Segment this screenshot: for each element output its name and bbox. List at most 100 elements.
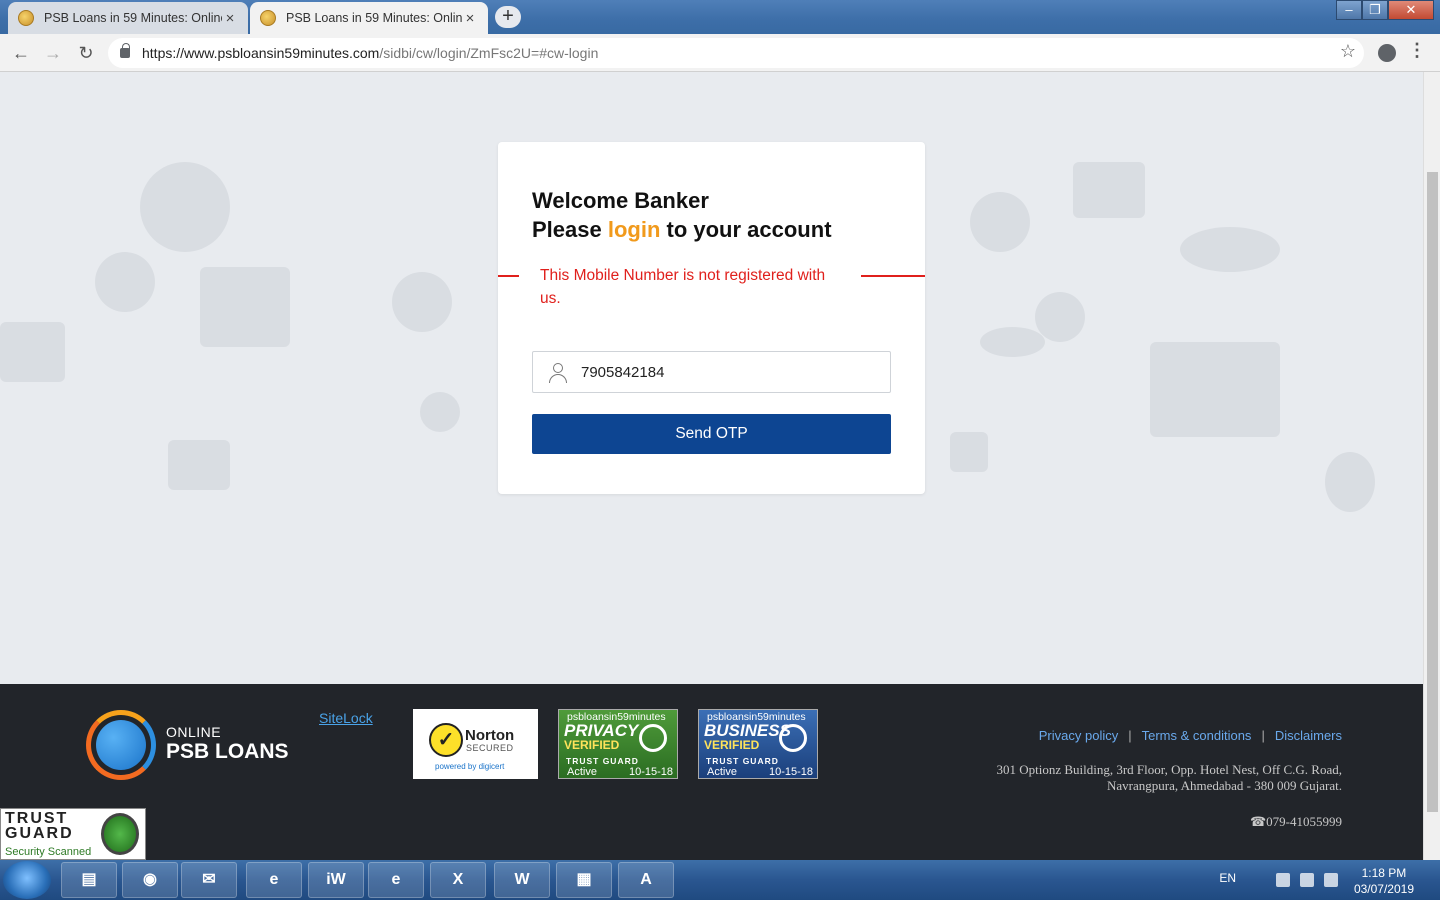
action-center-icon[interactable] — [1324, 873, 1338, 887]
business-verified-badge[interactable]: psbloansin59minutes BUSINESS VERIFIED TR… — [698, 709, 818, 779]
clock-date: 03/07/2019 — [1353, 882, 1414, 896]
internet-explorer-icon[interactable]: e — [368, 862, 424, 898]
reload-icon[interactable]: ↻ — [74, 41, 98, 65]
tab-title: PSB Loans in 59 Minutes: Online — [286, 11, 462, 25]
scrollbar-thumb[interactable] — [1427, 172, 1438, 812]
acrobat-icon[interactable]: A — [618, 862, 674, 898]
welcome-heading: Welcome Banker Please login to your acco… — [532, 186, 832, 244]
site-favicon-icon — [18, 10, 34, 26]
excel-icon[interactable]: X — [430, 862, 486, 898]
disclaimers-link[interactable]: Disclaimers — [1275, 728, 1342, 743]
outlook-icon[interactable]: ✉ — [181, 862, 237, 898]
footer: ONLINE PSB LOANS SiteLock ✓ Norton SECUR… — [0, 684, 1423, 860]
close-window-button[interactable]: ✕ — [1388, 0, 1434, 20]
network-icon[interactable] — [1276, 873, 1290, 887]
globe-check-icon — [779, 724, 807, 752]
forward-arrow-icon[interactable]: → — [41, 41, 65, 65]
error-divider-right — [861, 275, 925, 277]
close-tab-icon[interactable]: × — [222, 10, 238, 27]
page-background: Welcome Banker Please login to your acco… — [0, 72, 1423, 684]
decor-circle — [420, 392, 460, 432]
magnifier-icon — [639, 724, 667, 752]
trustguard-seal[interactable]: TRUST GUARD Security Scanned — [0, 808, 146, 860]
clock-time: 1:18 PM — [1361, 866, 1407, 880]
trustguard-text: TRUST GUARD — [5, 810, 74, 842]
terms-link[interactable]: Terms & conditions — [1142, 728, 1252, 743]
menu-dots-icon[interactable]: ⋮ — [1408, 40, 1426, 61]
url-host: https://www.psbloansin59minutes.com — [142, 45, 380, 61]
login-card: Welcome Banker Please login to your acco… — [498, 142, 925, 494]
prompt-before: Please — [532, 217, 608, 242]
logo-text-psb: PSB LOANS — [166, 740, 289, 763]
error-divider-left — [498, 275, 519, 277]
badge-verified: VERIFIED — [564, 738, 620, 752]
shield-icon — [101, 813, 139, 855]
office-address: 301 Optionz Building, 3rd Floor, Opp. Ho… — [922, 762, 1342, 794]
norton-check-icon: ✓ — [429, 723, 463, 757]
language-indicator[interactable]: EN — [1219, 871, 1236, 885]
word-icon[interactable]: W — [494, 862, 550, 898]
badge-trustguard: TRUST GUARD — [706, 756, 779, 766]
link-separator: | — [1261, 728, 1265, 743]
badge-verified: VERIFIED — [704, 738, 760, 752]
browser-toolbar: ← → ↻ https://www.psbloansin59minutes.co… — [0, 34, 1440, 72]
volume-icon[interactable] — [1300, 873, 1314, 887]
chrome-icon[interactable]: ◉ — [122, 862, 178, 898]
badge-date: 10-15-18 — [768, 766, 813, 778]
decor-cap-shape — [980, 327, 1045, 357]
welcome-title: Welcome Banker — [532, 188, 709, 213]
address-line-1: 301 Optionz Building, 3rd Floor, Opp. Ho… — [996, 762, 1342, 777]
calculator-icon[interactable]: ▦ — [556, 862, 612, 898]
login-prompt: Please login to your account — [532, 215, 832, 244]
account-icon[interactable] — [1378, 44, 1396, 62]
decor-house-shape — [1150, 342, 1280, 437]
page-scrollbar[interactable] — [1423, 72, 1440, 860]
bookmark-star-icon[interactable]: ☆ — [1340, 41, 1356, 62]
new-tab-button[interactable]: + — [495, 6, 521, 28]
decor-circle — [140, 162, 230, 252]
badge-trustguard: TRUST GUARD — [566, 756, 639, 766]
iw-app-icon[interactable]: iW — [308, 862, 364, 898]
clock[interactable]: 1:18 PM 03/07/2019 — [1354, 865, 1414, 897]
lock-icon — [120, 43, 130, 58]
close-tab-icon[interactable]: × — [462, 10, 478, 27]
tab-active[interactable]: PSB Loans in 59 Minutes: Online × — [250, 2, 488, 34]
file-explorer-icon[interactable]: ▤ — [61, 862, 117, 898]
tab-title: PSB Loans in 59 Minutes: Online — [44, 11, 222, 25]
decor-bank-shape — [392, 272, 452, 332]
system-tray: EN 1:18 PM 03/07/2019 — [1200, 860, 1440, 900]
decor-monitor-shape — [168, 440, 230, 490]
phone-number: ☎079-41055999 — [1249, 814, 1342, 829]
norton-powered: powered by digicert — [435, 762, 505, 771]
footer-links: Privacy policy | Terms & conditions | Di… — [1039, 728, 1342, 743]
privacy-policy-link[interactable]: Privacy policy — [1039, 728, 1118, 743]
mobile-number-field[interactable] — [532, 351, 891, 393]
decor-car-shape — [1180, 227, 1280, 272]
badge-date: 10-15-18 — [628, 766, 673, 778]
address-bar[interactable]: https://www.psbloansin59minutes.com/sidb… — [108, 38, 1364, 68]
psb-loans-logo[interactable]: ONLINE PSB LOANS — [86, 708, 316, 780]
url-path: /sidbi/cw/login/ZmFsc2U=#cw-login — [379, 45, 599, 61]
trustguard-scanned: Security Scanned — [5, 846, 92, 858]
error-message: This Mobile Number is not registered wit… — [540, 267, 826, 307]
decor-circle — [1035, 292, 1085, 342]
mobile-number-input[interactable] — [581, 352, 881, 392]
badge-active: Active — [567, 766, 597, 778]
badge-active: Active — [707, 766, 737, 778]
sitelock-link[interactable]: SiteLock — [319, 710, 373, 726]
send-otp-button[interactable]: Send OTP — [532, 414, 891, 454]
minimize-button[interactable]: – — [1336, 0, 1362, 20]
start-button-icon[interactable] — [3, 861, 51, 899]
site-favicon-icon — [260, 10, 276, 26]
decor-circle — [95, 252, 155, 312]
prompt-highlight: login — [607, 217, 661, 242]
logo-globe-icon — [96, 720, 146, 770]
privacy-verified-badge[interactable]: psbloansin59minutes PRIVACY VERIFIED TRU… — [558, 709, 678, 779]
norton-secured-badge[interactable]: ✓ Norton SECURED powered by digicert — [413, 709, 538, 779]
browser-title-bar: PSB Loans in 59 Minutes: Online × PSB Lo… — [0, 0, 1440, 34]
address-line-2: Navrangpura, Ahmedabad - 380 009 Gujarat… — [1106, 778, 1342, 793]
tab-inactive[interactable]: PSB Loans in 59 Minutes: Online × — [8, 2, 248, 34]
maximize-button[interactable]: ❐ — [1362, 0, 1388, 20]
back-arrow-icon[interactable]: ← — [9, 41, 33, 65]
internet-explorer-icon[interactable]: e — [246, 862, 302, 898]
